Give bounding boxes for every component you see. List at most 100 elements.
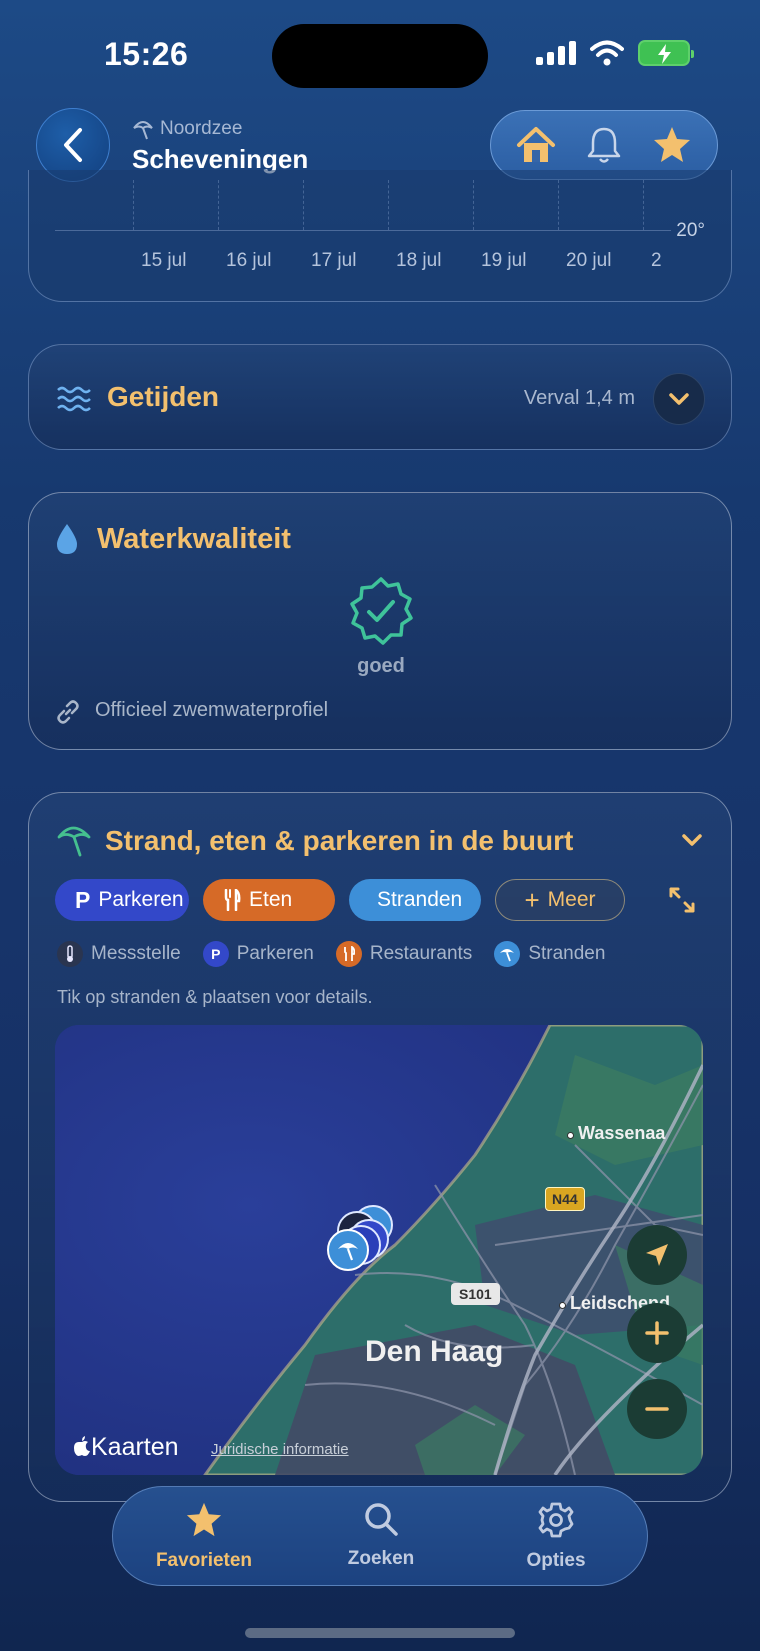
gear-icon: [538, 1502, 574, 1538]
status-time: 15:26: [104, 36, 189, 72]
search-icon: [365, 1503, 398, 1536]
locate-me-button[interactable]: [627, 1225, 687, 1285]
date-label: 15 jul: [141, 250, 187, 271]
chip-eat[interactable]: Eten: [203, 879, 335, 921]
chip-parking-label: Parkeren: [98, 888, 184, 911]
beach-umbrella-icon: [494, 941, 521, 967]
status-bar: 15:26: [0, 0, 760, 110]
temperature-label: 20°: [676, 220, 705, 241]
legend-parking: P Parkeren: [202, 941, 314, 967]
map-pin-cluster[interactable]: [327, 1205, 407, 1275]
tab-options-label: Opties: [526, 1550, 586, 1571]
water-quality-title: Waterkwaliteit: [97, 523, 291, 555]
temperature-axis: [55, 230, 671, 231]
legend-beaches: Stranden: [494, 941, 605, 967]
maps-brand-label: Kaarten: [91, 1433, 179, 1461]
date-label: 17 jul: [311, 250, 357, 271]
tides-title: Getijden: [107, 381, 220, 412]
tab-favorites-label: Favorieten: [155, 1550, 253, 1571]
plus-icon: +: [524, 885, 540, 915]
chip-more-label: Meer: [547, 888, 596, 911]
tab-search-label: Zoeken: [347, 1548, 415, 1569]
chip-beaches[interactable]: Stranden: [349, 879, 481, 921]
maps-brand: Kaarten: [73, 1433, 179, 1462]
home-indicator: [245, 1628, 515, 1638]
road-sign-s101: S101: [451, 1283, 500, 1305]
grid-line: [558, 180, 559, 230]
beach-umbrella-icon: [338, 1243, 358, 1261]
beach-umbrella-icon: [57, 826, 91, 857]
plus-icon: [645, 1321, 669, 1345]
tab-favorites[interactable]: Favorieten: [129, 1501, 279, 1572]
expand-map-icon[interactable]: [667, 885, 697, 915]
waves-icon: [57, 386, 91, 412]
date-label: 16 jul: [226, 250, 272, 271]
bell-icon[interactable]: [585, 125, 623, 165]
legal-info-link[interactable]: Juridische informatie: [211, 1441, 349, 1458]
date-label: 20 jul: [566, 250, 612, 271]
forecast-card: 20° 15 jul 16 jul 17 jul 18 jul 19 jul 2…: [28, 170, 732, 302]
dynamic-island: [272, 24, 488, 88]
star-icon[interactable]: [651, 125, 693, 165]
parking-icon: P: [75, 886, 91, 913]
grid-line: [218, 180, 219, 230]
star-icon: [186, 1502, 222, 1537]
thermometer-icon: [57, 941, 83, 967]
chip-eat-label: Eten: [249, 888, 293, 911]
legend-beaches-label: Stranden: [528, 943, 606, 964]
wifi-icon: [590, 40, 624, 66]
legend-station: Messstelle: [57, 941, 181, 967]
map-hint: Tik op stranden & plaatsen voor details.: [57, 987, 373, 1007]
grid-line: [303, 180, 304, 230]
chip-beaches-label: Stranden: [377, 888, 463, 911]
chevron-down-icon[interactable]: [681, 833, 703, 847]
tab-bar: Favorieten Zoeken Opties: [112, 1486, 648, 1586]
chip-more[interactable]: + Meer: [495, 879, 625, 921]
verified-badge-icon: [350, 577, 413, 645]
region-label: Noordzee: [160, 118, 243, 139]
beach-umbrella-icon: [133, 121, 153, 140]
fork-knife-icon: [224, 889, 241, 911]
tab-options[interactable]: Opties: [481, 1501, 631, 1572]
water-quality-card: Waterkwaliteit goed Officieel zwemwaterp…: [28, 492, 732, 750]
chevron-down-icon: [669, 393, 689, 405]
date-label: 19 jul: [481, 250, 527, 271]
legend-parking-label: Parkeren: [236, 943, 314, 964]
road-sign-n44: N44: [545, 1187, 585, 1211]
status-icons: [536, 40, 694, 66]
tides-expand-button[interactable]: [653, 373, 705, 425]
swim-water-profile-link[interactable]: Officieel zwemwaterprofiel: [95, 699, 328, 722]
grid-line: [643, 180, 644, 230]
legend-restaurants-label: Restaurants: [369, 943, 473, 964]
grid-line: [388, 180, 389, 230]
zoom-out-button[interactable]: [627, 1379, 687, 1439]
cellular-signal-icon: [536, 41, 576, 65]
link-icon: [57, 700, 79, 724]
location-region: Noordzee: [132, 118, 242, 140]
chevron-left-icon: [64, 128, 82, 162]
legend-restaurants: Restaurants: [335, 941, 473, 967]
nearby-title: Strand, eten & parkeren in de buurt: [105, 825, 574, 856]
date-label: 18 jul: [396, 250, 442, 271]
grid-line: [133, 180, 134, 230]
minus-icon: [645, 1407, 669, 1411]
date-label: 2: [651, 250, 662, 271]
home-icon[interactable]: [515, 125, 557, 165]
filter-chips: P Parkeren Eten Stranden + Meer: [55, 879, 625, 921]
tides-range: Verval 1,4 m: [523, 387, 635, 409]
apple-logo-icon: [74, 1436, 90, 1456]
zoom-in-button[interactable]: [627, 1303, 687, 1363]
fork-knife-icon: [335, 941, 362, 967]
nearby-card: Strand, eten & parkeren in de buurt P Pa…: [28, 792, 732, 1502]
location-arrow-icon: [646, 1244, 668, 1266]
water-drop-icon: [57, 524, 77, 554]
tides-card[interactable]: Getijden Verval 1,4 m: [28, 344, 732, 450]
map-legend: Messstelle P Parkeren Restaurants Strand…: [57, 941, 605, 967]
tab-search[interactable]: Zoeken: [306, 1501, 456, 1570]
chip-parking[interactable]: P Parkeren: [55, 879, 189, 921]
battery-charging-icon: [638, 40, 694, 66]
map-city-label: Den Haag: [365, 1335, 504, 1368]
map-view[interactable]: Wassenaa Leidschend N44 S101 Den Haag Ka…: [55, 1025, 703, 1475]
beach-pin[interactable]: [327, 1229, 369, 1271]
grid-line: [473, 180, 474, 230]
